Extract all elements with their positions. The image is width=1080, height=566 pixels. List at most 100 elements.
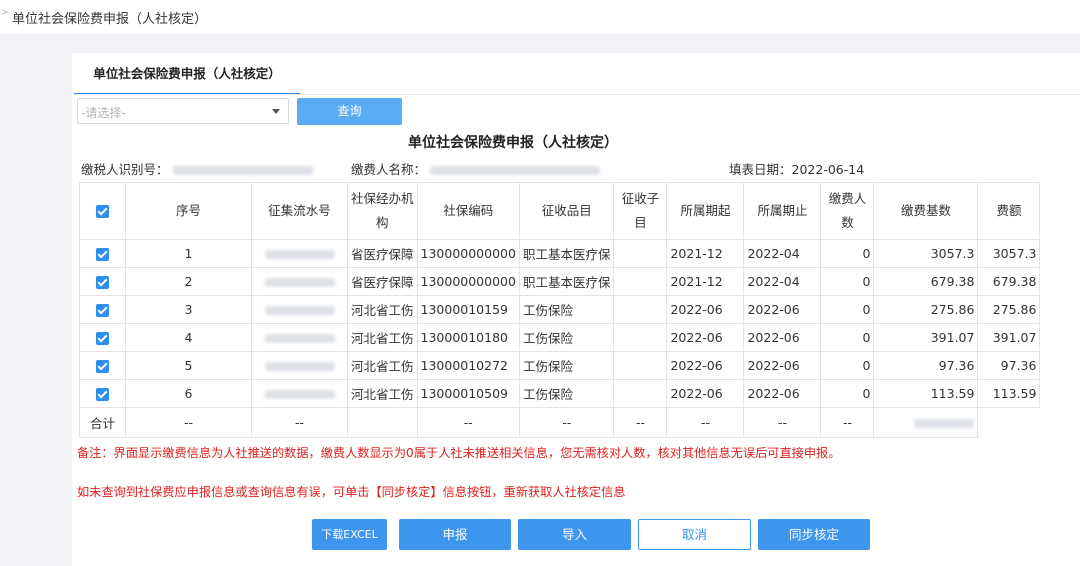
cell-code: 13000010509 (416, 379, 520, 408)
taxpayer-id-field: 缴税人识别号： (81, 159, 313, 178)
declare-button[interactable]: 申报 (399, 519, 511, 550)
col-header-fee: 费额 (977, 182, 1041, 240)
cell-item: 工伤保险 (518, 295, 615, 324)
checkbox-checked-icon (96, 205, 109, 218)
cell-start: 2021-12 (666, 239, 745, 268)
col-header-serial: 征集流水号 (251, 182, 348, 240)
cell-seq: 6 (125, 379, 252, 408)
col-header-item: 征收品目 (518, 182, 615, 240)
cell-fee: 113.59 (977, 379, 1041, 408)
cell-start: 2021-12 (666, 267, 745, 296)
note-sync-hint: 如未查询到社保费应申报信息或查询信息有误，可单击【同步核定】信息按钮，重新获取人… (77, 485, 626, 499)
cell-item: 职工基本医疗保 (518, 239, 615, 268)
cell-code: 130000000000 (416, 239, 520, 268)
redacted-serial (264, 390, 335, 399)
col-header-seq: 序号 (125, 182, 252, 240)
cell-item: 工伤保险 (518, 351, 615, 380)
cell-fee: 97.36 (977, 351, 1041, 380)
payer-name-redacted (430, 166, 600, 175)
cell-seq: 3 (125, 295, 252, 324)
total-start: -- (666, 407, 745, 438)
table-row: 3 河北省工伤 13000010159 工伤保险 2022-06 2022-06… (79, 295, 1041, 324)
cell-start: 2022-06 (666, 323, 745, 352)
cancel-button[interactable]: 取消 (638, 519, 751, 550)
redacted-serial (264, 250, 335, 259)
cell-code: 13000010272 (416, 351, 520, 380)
col-header-subitem: 征收子目 (613, 182, 668, 240)
cell-base: 3057.3 (873, 239, 979, 268)
cell-org: 河北省工伤 (347, 323, 418, 352)
row-checkbox[interactable] (79, 267, 126, 296)
period-select[interactable]: -请选择- (77, 98, 289, 124)
cell-subitem (613, 351, 668, 380)
redacted-serial (264, 362, 335, 371)
cell-org: 省医疗保障 (347, 267, 418, 296)
caret-down-icon (272, 109, 280, 114)
checkbox-checked-icon (96, 248, 109, 261)
redacted-serial (264, 278, 335, 287)
cell-base: 391.07 (873, 323, 979, 352)
redacted-serial (264, 306, 335, 315)
col-header-start: 所属期起 (666, 182, 745, 240)
checkbox-checked-icon (96, 360, 109, 373)
fill-date-label: 填表日期： (729, 162, 792, 177)
cell-end: 2022-06 (743, 351, 822, 380)
col-header-org: 社保经办机构 (347, 182, 418, 240)
cell-fee: 3057.3 (977, 239, 1041, 268)
cell-base: 97.36 (873, 351, 979, 380)
cell-item: 工伤保险 (518, 323, 615, 352)
checkbox-checked-icon (96, 304, 109, 317)
row-checkbox[interactable] (79, 295, 126, 324)
cell-fee: 679.38 (977, 267, 1041, 296)
cell-base: 113.59 (873, 379, 979, 408)
tab-social-insurance[interactable]: 单位社会保险费申报（人社核定） (74, 59, 300, 95)
note-pushed-data: 备注：界面显示缴费信息为人社推送的数据，缴费人数显示为0属于人社未推送相关信息，… (77, 446, 841, 460)
cell-count: 0 (820, 239, 875, 268)
row-checkbox[interactable] (79, 239, 126, 268)
cell-end: 2022-04 (743, 239, 822, 268)
cell-subitem (613, 267, 668, 296)
cell-count: 0 (820, 323, 875, 352)
cell-end: 2022-06 (743, 323, 822, 352)
cell-count: 0 (820, 351, 875, 380)
cell-fee: 275.86 (977, 295, 1041, 324)
payer-name-field: 缴费人名称： (351, 159, 600, 178)
cell-serial-redacted (251, 323, 348, 352)
breadcrumb-bar: > 单位社会保险费申报（人社核定） (0, 0, 1080, 34)
cell-org: 河北省工伤 (347, 379, 418, 408)
total-count: -- (820, 407, 875, 438)
cell-serial-redacted (251, 379, 348, 408)
payer-name-label: 缴费人名称： (351, 162, 427, 177)
select-all-checkbox[interactable] (79, 182, 126, 240)
cell-count: 0 (820, 295, 875, 324)
breadcrumb-arrow-icon: > (1, 8, 9, 18)
breadcrumb-text[interactable]: 单位社会保险费申报（人社核定） (12, 8, 207, 27)
table-row: 1 省医疗保障 130000000000 职工基本医疗保 2021-12 202… (79, 239, 1041, 268)
form-title: 单位社会保险费申报（人社核定） (408, 135, 618, 151)
query-button[interactable]: 查询 (297, 98, 402, 125)
total-fee (978, 408, 1040, 438)
taxpayer-id-redacted (172, 166, 313, 175)
fill-date-value: 2022-06-14 (791, 162, 865, 177)
checkbox-checked-icon (96, 276, 109, 289)
total-item: -- (518, 407, 615, 438)
row-checkbox[interactable] (79, 351, 126, 380)
cell-subitem (613, 239, 668, 268)
cell-item: 职工基本医疗保 (518, 267, 615, 296)
cell-org: 河北省工伤 (347, 295, 418, 324)
cell-seq: 2 (125, 267, 252, 296)
cell-seq: 1 (125, 239, 252, 268)
sync-verify-button[interactable]: 同步核定 (758, 519, 870, 550)
fill-date-field: 填表日期：2022-06-14 (729, 159, 864, 178)
cell-serial-redacted (251, 351, 348, 380)
import-button[interactable]: 导入 (518, 519, 631, 550)
table-row: 6 河北省工伤 13000010509 工伤保险 2022-06 2022-06… (79, 379, 1041, 408)
checkbox-checked-icon (96, 332, 109, 345)
row-checkbox[interactable] (79, 323, 126, 352)
table-header-row: 序号 征集流水号 社保经办机构 社保编码 征收品目 征收子目 所属期起 所属期止… (79, 182, 1041, 240)
row-checkbox[interactable] (79, 379, 126, 408)
download-excel-button[interactable]: 下载EXCEL (312, 519, 387, 550)
cell-base: 679.38 (873, 267, 979, 296)
cell-item: 工伤保险 (518, 379, 615, 408)
cell-start: 2022-06 (666, 351, 745, 380)
